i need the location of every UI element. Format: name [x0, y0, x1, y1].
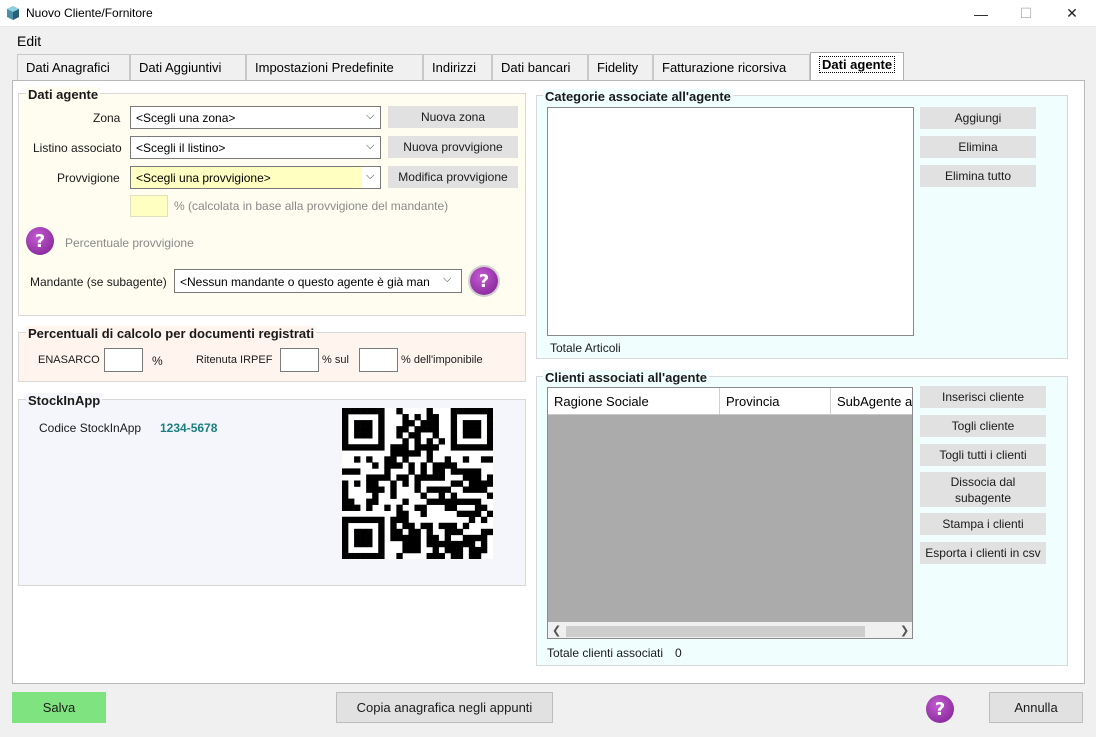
nuova-zona-button[interactable]: Nuova zona — [388, 106, 518, 128]
nuova-provvigione-button[interactable]: Nuova provvigione — [388, 136, 518, 158]
dissocia-subagente-button[interactable]: Dissocia dal subagente — [920, 472, 1046, 507]
column-header-subagente[interactable]: SubAgente a — [831, 388, 912, 414]
ritenuta-input[interactable] — [280, 348, 319, 372]
percentuale-note: % (calcolata in base alla provvigione de… — [174, 199, 449, 213]
tab-fidelity[interactable]: Fidelity — [588, 54, 653, 80]
chevron-down-icon: ⌵ — [366, 110, 375, 122]
percent-sul-label: % sul — [322, 354, 349, 366]
tab-fatturazione-ricorsiva[interactable]: Fatturazione ricorsiva — [653, 54, 810, 80]
percent-imponibile-label: % dell'imponibile — [401, 354, 483, 366]
dati-agente-title: Dati agente — [26, 87, 101, 102]
tab-dati-agente-label: Dati agente — [819, 56, 896, 73]
provvigione-select-value: <Scegli una provvigione> — [136, 171, 271, 185]
mandante-select-value: <Nessun mandante o questo agente è già m… — [180, 275, 430, 289]
aggiungi-button[interactable]: Aggiungi — [920, 107, 1036, 129]
window-title: Nuovo Cliente/Fornitore — [26, 6, 153, 20]
tab-dati-aggiuntivi[interactable]: Dati Aggiuntivi — [130, 54, 246, 80]
inserisci-cliente-button[interactable]: Inserisci cliente — [920, 386, 1046, 408]
qr-code-image — [342, 408, 493, 559]
clienti-title: Clienti associati all'agente — [543, 370, 710, 385]
dissocia-line2: subagente — [954, 490, 1012, 505]
chevron-down-icon: ⌵ — [366, 170, 375, 182]
elimina-tutto-button[interactable]: Elimina tutto — [920, 165, 1036, 187]
enasarco-percent: % — [152, 354, 163, 368]
enasarco-label: ENASARCO — [38, 354, 100, 366]
help-icon[interactable]: ? — [926, 695, 954, 723]
percentuale-mandante-field — [130, 195, 168, 217]
tab-dati-anagrafici[interactable]: Dati Anagrafici — [17, 54, 130, 80]
minimize-button[interactable]: — — [958, 0, 1004, 27]
mandante-select[interactable]: <Nessun mandante o questo agente è già m… — [174, 269, 462, 293]
categorie-title: Categorie associate all'agente — [543, 89, 733, 104]
ritenuta-label: Ritenuta IRPEF — [196, 354, 273, 366]
help-icon[interactable]: ? — [470, 267, 498, 295]
totale-clienti-label: Totale clienti associati — [547, 646, 664, 660]
menu-edit[interactable]: Edit — [17, 33, 41, 49]
tab-indirizzi[interactable]: Indirizzi — [423, 54, 492, 80]
zona-select[interactable]: <Scegli una zona> ⌵ — [130, 106, 381, 129]
tab-dati-bancari[interactable]: Dati bancari — [492, 54, 588, 80]
tab-impostazioni-predefinite[interactable]: Impostazioni Predefinite — [246, 54, 423, 80]
codice-stockinapp-label: Codice StockInApp — [39, 421, 142, 435]
scroll-right-icon[interactable]: ❯ — [900, 624, 909, 637]
maximize-button[interactable]: ☐ — [1003, 0, 1049, 27]
clienti-grid-body — [548, 415, 912, 622]
stockinapp-title: StockInApp — [26, 393, 103, 408]
title-bar: Nuovo Cliente/Fornitore — ☐ ✕ — [0, 0, 1096, 27]
column-header-ragione-sociale[interactable]: Ragione Sociale — [548, 388, 720, 414]
totale-articoli-label: Totale Articoli — [550, 341, 621, 355]
tab-dati-agente[interactable]: Dati agente — [810, 52, 904, 81]
togli-tutti-clienti-button[interactable]: Togli tutti i clienti — [920, 444, 1046, 466]
imponibile-input[interactable] — [359, 348, 398, 372]
app-icon — [7, 6, 19, 20]
mandante-label: Mandante (se subagente) — [30, 275, 167, 289]
listino-select-value: <Scegli il listino> — [136, 141, 226, 155]
percentuali-title: Percentuali di calcolo per documenti reg… — [26, 326, 317, 341]
codice-stockinapp-value: 1234-5678 — [160, 421, 218, 435]
copia-anagrafica-button[interactable]: Copia anagrafica negli appunti — [336, 692, 553, 723]
horizontal-scrollbar[interactable]: ❮ ❯ — [548, 622, 912, 638]
zona-select-value: <Scegli una zona> — [136, 111, 236, 125]
percentuale-provvigione-label: Percentuale provvigione — [65, 236, 194, 250]
provvigione-label: Provvigione — [57, 171, 120, 185]
categorie-list[interactable] — [547, 107, 914, 336]
esporta-clienti-csv-button[interactable]: Esporta i clienti in csv — [920, 542, 1046, 564]
listino-select[interactable]: <Scegli il listino> ⌵ — [130, 136, 381, 159]
chevron-down-icon: ⌵ — [366, 140, 375, 152]
elimina-button[interactable]: Elimina — [920, 136, 1036, 158]
togli-cliente-button[interactable]: Togli cliente — [920, 415, 1046, 437]
help-icon[interactable]: ? — [26, 227, 54, 255]
scroll-thumb[interactable] — [566, 626, 865, 637]
dissocia-line1: Dissocia dal — [950, 474, 1016, 489]
column-header-provincia[interactable]: Provincia — [720, 388, 831, 414]
provvigione-select[interactable]: <Scegli una provvigione> ⌵ — [130, 166, 381, 189]
zona-label: Zona — [93, 111, 121, 125]
listino-label: Listino associato — [33, 141, 122, 155]
salva-button[interactable]: Salva — [12, 692, 106, 723]
clienti-grid-header: Ragione Sociale Provincia SubAgente a — [548, 388, 912, 415]
annulla-button[interactable]: Annulla — [989, 692, 1083, 723]
modifica-provvigione-button[interactable]: Modifica provvigione — [388, 166, 518, 188]
enasarco-input[interactable] — [104, 348, 143, 372]
close-button[interactable]: ✕ — [1049, 0, 1095, 27]
totale-clienti-value: 0 — [675, 646, 682, 660]
scroll-left-icon[interactable]: ❮ — [552, 624, 561, 637]
chevron-down-icon: ⌵ — [443, 273, 457, 287]
stampa-clienti-button[interactable]: Stampa i clienti — [920, 513, 1046, 535]
clienti-grid[interactable]: Ragione Sociale Provincia SubAgente a ❮ … — [547, 387, 913, 639]
